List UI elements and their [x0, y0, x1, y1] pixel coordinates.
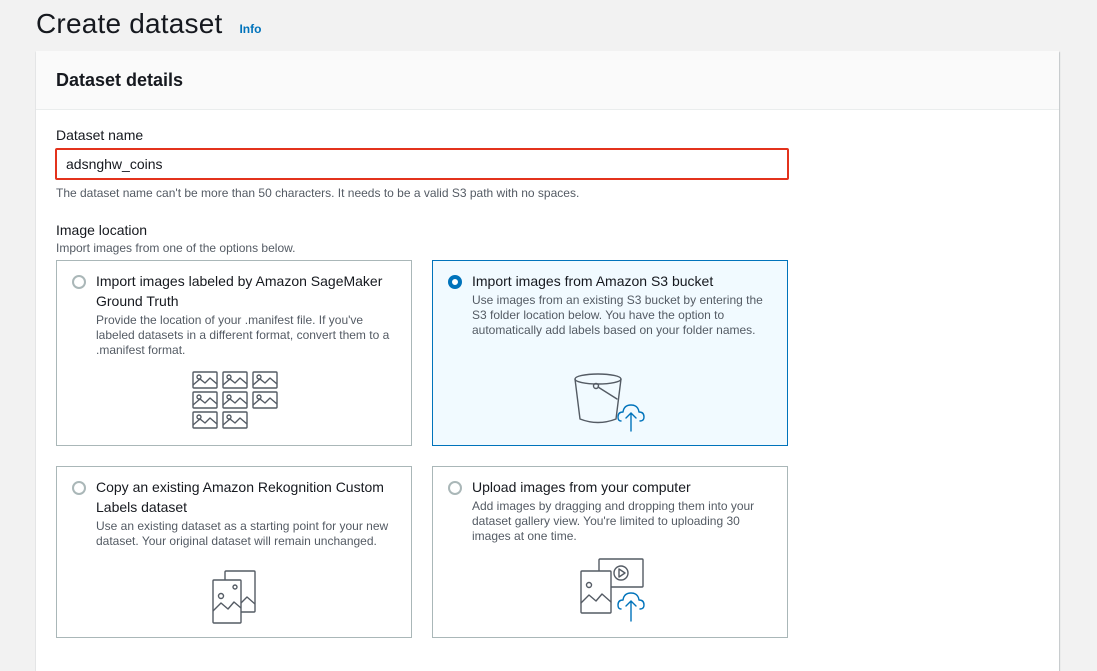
image-location-description: Import images from one of the options be… [56, 241, 296, 255]
option-copy-rekognition-dataset[interactable]: Copy an existing Amazon Rekognition Cust… [56, 466, 412, 638]
option-description: Use an existing dataset as a starting po… [96, 519, 389, 548]
upload-media-icon [579, 557, 647, 623]
option-description: Add images by dragging and dropping them… [472, 499, 755, 543]
image-location-label: Image location [56, 222, 148, 238]
page-title: Create dataset [36, 8, 223, 39]
option-upload-from-computer[interactable]: Upload images from your computer Add ima… [432, 466, 788, 638]
panel-title: Dataset details [56, 69, 184, 90]
radio-sagemaker-ground-truth[interactable] [72, 275, 86, 289]
option-title: Copy an existing Amazon Rekognition Cust… [96, 479, 384, 515]
option-description: Use images from an existing S3 bucket by… [472, 293, 763, 337]
page-header: Create dataset Info [36, 8, 261, 40]
panel-header: Dataset details [36, 51, 1059, 110]
copy-dataset-icon [211, 569, 257, 625]
s3-bucket-upload-icon [573, 373, 649, 433]
radio-s3-bucket[interactable] [448, 275, 462, 289]
radio-copy-rekognition-dataset[interactable] [72, 481, 86, 495]
image-grid-icon [192, 371, 278, 429]
dataset-details-panel: Dataset details Dataset name The dataset… [36, 51, 1059, 671]
option-title: Upload images from your computer [472, 479, 691, 495]
option-s3-bucket[interactable]: Import images from Amazon S3 bucket Use … [432, 260, 788, 446]
info-link[interactable]: Info [239, 22, 261, 36]
option-title: Import images labeled by Amazon SageMake… [96, 273, 383, 309]
dataset-name-label: Dataset name [56, 127, 144, 143]
radio-upload-from-computer[interactable] [448, 481, 462, 495]
option-description: Provide the location of your .manifest f… [96, 313, 390, 357]
option-sagemaker-ground-truth[interactable]: Import images labeled by Amazon SageMake… [56, 260, 412, 446]
option-title: Import images from Amazon S3 bucket [472, 273, 714, 289]
dataset-name-hint: The dataset name can't be more than 50 c… [56, 186, 580, 200]
dataset-name-input[interactable] [55, 148, 789, 180]
